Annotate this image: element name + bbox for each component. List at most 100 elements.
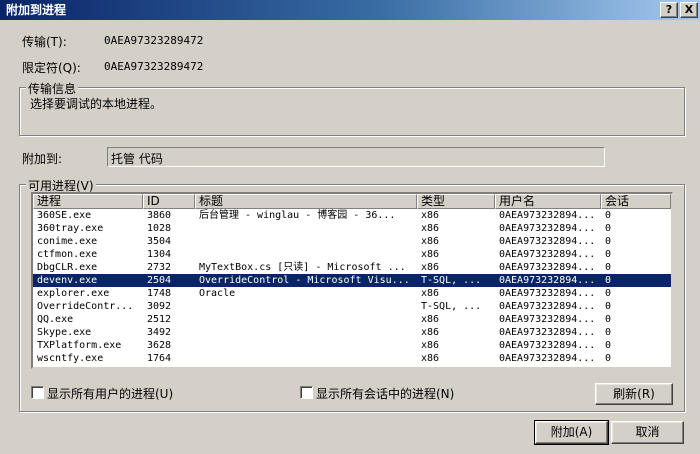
transport-label: 传输(T): — [22, 35, 67, 49]
cell-id: 3628 — [147, 340, 172, 351]
refresh-button[interactable]: 刷新(R) — [595, 383, 673, 405]
cell-process: OverrideContr... — [37, 301, 134, 312]
cell-type: x86 — [421, 327, 440, 338]
cell-username: 0AEA973232894... — [499, 236, 596, 247]
attach-button[interactable]: 附加(A) — [534, 420, 609, 445]
cell-username: 0AEA973232894... — [499, 327, 596, 338]
cell-id: 3504 — [147, 236, 172, 247]
cell-type: x86 — [421, 353, 440, 364]
cell-id: 3092 — [147, 301, 172, 312]
column-header-process[interactable]: 进程 — [33, 194, 143, 209]
close-button[interactable]: X — [680, 2, 698, 18]
cell-type: x86 — [421, 249, 440, 260]
transport-value: 0AEA97323289472 — [104, 34, 204, 47]
cancel-button[interactable]: 取消 — [611, 421, 684, 444]
show-all-users-label[interactable]: 显示所有用户的进程(U) — [47, 385, 173, 402]
window-title: 附加到进程 — [6, 3, 67, 17]
cell-title: Oracle — [199, 288, 236, 299]
cell-id: 3860 — [147, 210, 172, 221]
cell-process: DbgCLR.exe — [37, 262, 98, 273]
cell-type: x86 — [421, 262, 440, 273]
cell-type: x86 — [421, 236, 440, 247]
cell-type: x86 — [421, 210, 440, 221]
process-row[interactable]: Skype.exe 3492 x86 0AEA973232894... 0 — [33, 326, 671, 339]
attach-to-field[interactable]: 托管 代码 — [107, 147, 605, 167]
column-header-id[interactable]: ID — [143, 194, 195, 209]
cell-username: 0AEA973232894... — [499, 301, 596, 312]
cell-process: explorer.exe — [37, 288, 110, 299]
cell-title — [199, 339, 415, 352]
cell-process: 360SE.exe — [37, 210, 92, 221]
cell-username: 0AEA973232894... — [499, 340, 596, 351]
column-header-type[interactable]: 类型 — [417, 194, 495, 209]
cell-id: 2512 — [147, 314, 172, 325]
cell-session: 0 — [605, 210, 612, 221]
process-row[interactable]: TXPlatform.exe 3628 x86 0AEA973232894... 0 — [33, 339, 671, 352]
process-row[interactable]: 360tray.exe 1028 x86 0AEA973232894... 0 — [33, 222, 671, 235]
cell-username: 0AEA973232894... — [499, 275, 596, 286]
cell-type: x86 — [421, 223, 440, 234]
process-row[interactable]: devenv.exe 2504 OverrideControl - Microsof… — [33, 274, 671, 287]
process-row[interactable]: wscntfy.exe 1764 x86 0AEA973232894... 0 — [33, 352, 671, 365]
cell-id: 3492 — [147, 327, 172, 338]
cell-username: 0AEA973232894... — [499, 314, 596, 325]
cell-session: 0 — [605, 275, 612, 286]
process-row[interactable]: QQ.exe 2512 x86 0AEA973232894... 0 — [33, 313, 671, 326]
cell-session: 0 — [605, 249, 612, 260]
show-all-users-checkbox[interactable] — [31, 386, 44, 399]
show-all-sessions-label[interactable]: 显示所有会话中的进程(N) — [316, 385, 454, 402]
cell-session: 0 — [605, 301, 612, 312]
process-row[interactable]: DbgCLR.exe 2732 MyTextBox.cs [只读] - Micros… — [33, 261, 671, 274]
cell-title — [199, 235, 415, 248]
cell-username: 0AEA973232894... — [499, 210, 596, 221]
cell-title: OverrideControl - Microsoft Visu... — [199, 275, 410, 286]
cell-session: 0 — [605, 236, 612, 247]
cell-id: 1748 — [147, 288, 172, 299]
cell-type: T-SQL, ... — [421, 275, 482, 286]
cell-id: 1028 — [147, 223, 172, 234]
qualifier-value: 0AEA97323289472 — [104, 60, 204, 73]
cell-title — [199, 313, 415, 326]
attach-to-label: 附加到: — [22, 152, 63, 166]
cell-type: T-SQL, ... — [421, 301, 482, 312]
cell-process: TXPlatform.exe — [37, 340, 122, 351]
cell-type: x86 — [421, 314, 440, 325]
process-row[interactable]: OverrideContr... 3092 T-SQL, ... 0AEA973232… — [33, 300, 671, 313]
cell-process: devenv.exe — [37, 275, 98, 286]
process-row[interactable]: ctfmon.exe 1304 x86 0AEA973232894... 0 — [33, 248, 671, 261]
cell-id: 2732 — [147, 262, 172, 273]
cell-process: QQ.exe — [37, 314, 74, 325]
column-header-title[interactable]: 标题 — [195, 194, 417, 209]
process-row[interactable]: 360SE.exe 3860 后台管理 - winglau - 博客园 - 36..… — [33, 209, 671, 222]
process-list[interactable]: 进程 ID 标题 类型 用户名 会话 360SE.exe 3860 后台管理 - w… — [31, 192, 673, 369]
cell-id: 1304 — [147, 249, 172, 260]
help-button[interactable]: ? — [660, 2, 678, 18]
show-all-sessions-checkbox[interactable] — [300, 386, 313, 399]
transport-info-text: 选择要调试的本地进程。 — [30, 97, 163, 111]
cell-id: 1764 — [147, 353, 172, 364]
qualifier-label: 限定符(Q): — [22, 61, 81, 75]
process-row[interactable]: explorer.exe 1748 Oracle x86 0AEA973232894..… — [33, 287, 671, 300]
cell-session: 0 — [605, 353, 612, 364]
cell-title: MyTextBox.cs [只读] - Microsoft ... — [199, 262, 406, 273]
cell-process: 360tray.exe — [37, 223, 104, 234]
cell-session: 0 — [605, 340, 612, 351]
cell-username: 0AEA973232894... — [499, 288, 596, 299]
cell-username: 0AEA973232894... — [499, 353, 596, 364]
cell-title — [199, 300, 415, 313]
column-header-username[interactable]: 用户名 — [495, 194, 601, 209]
cell-session: 0 — [605, 327, 612, 338]
process-row[interactable]: conime.exe 3504 x86 0AEA973232894... 0 — [33, 235, 671, 248]
cell-process: Skype.exe — [37, 327, 92, 338]
cell-id: 2504 — [147, 275, 172, 286]
cell-title: 后台管理 - winglau - 博客园 - 36... — [199, 210, 396, 221]
cell-session: 0 — [605, 262, 612, 273]
close-icon: X — [684, 3, 694, 16]
cell-username: 0AEA973232894... — [499, 262, 596, 273]
cell-process: conime.exe — [37, 236, 98, 247]
cell-title — [199, 326, 415, 339]
column-header-session[interactable]: 会话 — [601, 194, 671, 209]
cell-process: wscntfy.exe — [37, 353, 104, 364]
cell-type: x86 — [421, 288, 440, 299]
cell-session: 0 — [605, 223, 612, 234]
